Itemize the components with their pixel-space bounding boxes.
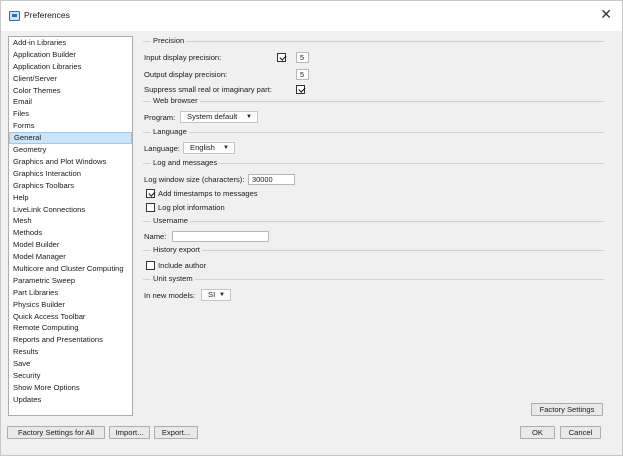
tree-item[interactable]: LiveLink Connections: [9, 204, 132, 216]
section-title: Log and messages: [151, 158, 220, 168]
tree-item[interactable]: Add-in Libraries: [9, 37, 132, 49]
tree-item[interactable]: Client/Server: [9, 73, 132, 85]
suppress-small-part-checkbox[interactable]: [296, 85, 305, 94]
section-unit-system: Unit system: [141, 274, 604, 284]
tree-item[interactable]: Email: [9, 96, 132, 108]
section-username: Username: [141, 216, 604, 226]
factory-settings-button[interactable]: Factory Settings: [531, 403, 603, 416]
unit-system-dropdown[interactable]: SI ▼: [201, 289, 231, 301]
preferences-dialog: Preferences ✕ Add-in Libraries Applicatio…: [0, 0, 623, 456]
log-window-size-field[interactable]: 30000: [248, 174, 295, 185]
section-title: Precision: [151, 36, 187, 46]
tree-item[interactable]: Mesh: [9, 215, 132, 227]
add-timestamps-label: Add timestamps to messages: [158, 189, 258, 198]
tree-item[interactable]: Updates: [9, 394, 132, 406]
section-title: Web browser: [151, 96, 200, 106]
export-button[interactable]: Export...: [154, 426, 198, 439]
section-title: History export: [151, 245, 202, 255]
tree-item[interactable]: Methods: [9, 227, 132, 239]
tree-item[interactable]: Security: [9, 370, 132, 382]
section-web-browser: Web browser: [141, 96, 604, 106]
cancel-button[interactable]: Cancel: [560, 426, 601, 439]
tree-item[interactable]: Model Manager: [9, 251, 132, 263]
language-dropdown[interactable]: English ▼: [183, 142, 235, 154]
output-display-precision-field[interactable]: 5: [296, 69, 309, 80]
section-divider: [143, 101, 604, 102]
tree-item[interactable]: Quick Access Toolbar: [9, 311, 132, 323]
unit-system-dropdown-value: SI: [208, 290, 216, 299]
name-label: Name:: [144, 232, 167, 241]
tree-item[interactable]: Graphics Toolbars: [9, 180, 132, 192]
tree-item[interactable]: General: [9, 132, 132, 145]
tree-item[interactable]: Geometry: [9, 144, 132, 156]
section-divider: [143, 250, 604, 251]
unit-system-label: In new models:: [144, 291, 196, 300]
preferences-category-tree[interactable]: Add-in Libraries Application Builder Appli…: [8, 36, 133, 416]
output-display-precision-label: Output display precision:: [144, 70, 228, 79]
section-precision: Precision: [141, 36, 604, 46]
add-timestamps-checkbox[interactable]: [146, 189, 155, 198]
ok-button[interactable]: OK: [520, 426, 555, 439]
window-title: Preferences: [24, 10, 70, 20]
section-title: Unit system: [151, 274, 195, 284]
name-field[interactable]: [172, 231, 269, 242]
preferences-window-icon: [9, 11, 20, 21]
tree-item[interactable]: Save: [9, 358, 132, 370]
chevron-down-icon: ▼: [223, 145, 229, 151]
tree-item[interactable]: Application Builder: [9, 49, 132, 61]
tree-item[interactable]: Color Themes: [9, 85, 132, 97]
tree-item[interactable]: Graphics and Plot Windows: [9, 156, 132, 168]
language-dropdown-value: English: [190, 143, 215, 152]
section-divider: [143, 132, 604, 133]
log-window-size-label: Log window size (characters):: [144, 175, 245, 184]
program-dropdown-value: System default: [187, 112, 238, 121]
tree-item[interactable]: Help: [9, 192, 132, 204]
language-label: Language:: [144, 144, 180, 153]
chevron-down-icon: ▼: [219, 292, 225, 298]
tree-item[interactable]: Application Libraries: [9, 61, 132, 73]
suppress-small-part-label: Suppress small real or imaginary part:: [144, 85, 272, 94]
log-plot-information-checkbox[interactable]: [146, 203, 155, 212]
program-label: Program:: [144, 113, 176, 122]
input-display-precision-label: Input display precision:: [144, 53, 222, 62]
factory-settings-for-all-button[interactable]: Factory Settings for All: [7, 426, 105, 439]
chevron-down-icon: ▼: [246, 114, 252, 120]
tree-item[interactable]: Part Libraries: [9, 287, 132, 299]
title-bar: Preferences ✕: [1, 1, 622, 31]
tree-item[interactable]: Parametric Sweep: [9, 275, 132, 287]
input-display-precision-checkbox[interactable]: [277, 53, 286, 62]
tree-item[interactable]: Model Builder: [9, 239, 132, 251]
section-language: Language: [141, 127, 604, 137]
program-dropdown[interactable]: System default ▼: [180, 111, 258, 123]
section-divider: [143, 41, 604, 42]
tree-item[interactable]: Reports and Presentations: [9, 334, 132, 346]
tree-item[interactable]: Forms: [9, 120, 132, 132]
close-icon[interactable]: ✕: [600, 7, 612, 21]
section-divider: [143, 221, 604, 222]
include-author-checkbox[interactable]: [146, 261, 155, 270]
tree-item[interactable]: Show More Options: [9, 382, 132, 394]
section-history-export: History export: [141, 245, 604, 255]
input-display-precision-field[interactable]: 5: [296, 52, 309, 63]
tree-item[interactable]: Physics Builder: [9, 299, 132, 311]
section-title: Username: [151, 216, 191, 226]
section-log-and-messages: Log and messages: [141, 158, 604, 168]
tree-item[interactable]: Files: [9, 108, 132, 120]
tree-item[interactable]: Remote Computing: [9, 322, 132, 334]
section-title: Language: [151, 127, 189, 137]
import-button[interactable]: Import...: [109, 426, 150, 439]
include-author-label: Include author: [158, 261, 207, 270]
general-settings-panel: Precision Input display precision: 5 Out…: [141, 36, 604, 416]
log-plot-information-label: Log plot information: [158, 203, 225, 212]
section-divider: [143, 279, 604, 280]
tree-item[interactable]: Results: [9, 346, 132, 358]
tree-item[interactable]: Multicore and Cluster Computing: [9, 263, 132, 275]
tree-item[interactable]: Graphics Interaction: [9, 168, 132, 180]
